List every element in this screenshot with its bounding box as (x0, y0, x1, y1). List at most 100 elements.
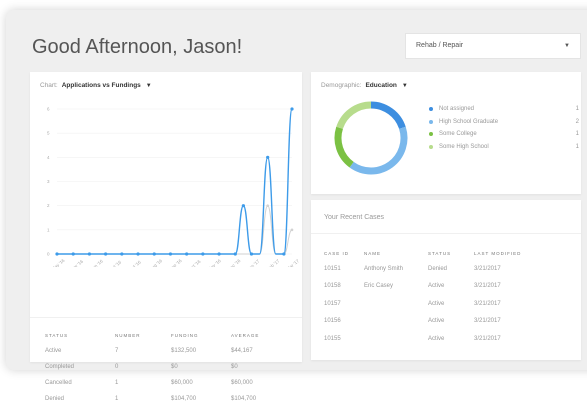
data-point (266, 204, 269, 207)
table-cell: 3/21/2017 (474, 335, 501, 342)
table-row: Active 7 $132,500 $44,167 (45, 343, 295, 359)
column-header: CASE ID (324, 250, 350, 256)
page-title: Good Afternoon, Jason! (32, 36, 243, 58)
table-cell: Active (45, 348, 62, 354)
demographic-selected: Education (365, 82, 397, 89)
legend-count: 2 (575, 118, 579, 125)
recent-cases-table: CASE ID NAME STATUS LAST MODIFIED 10151 Antho… (324, 246, 579, 348)
donut-segment (370, 101, 406, 130)
legend-label: Some High School (439, 143, 489, 150)
data-point (290, 228, 294, 232)
chart-grid (57, 108, 292, 255)
y-tick-label: 3 (47, 179, 50, 184)
data-point (87, 252, 92, 256)
data-point (71, 252, 75, 256)
table-cell: 1 (115, 380, 119, 386)
data-point (249, 252, 254, 256)
x-tick-label: Dec '16 (227, 258, 242, 267)
data-point (55, 252, 59, 256)
status-table: STATUS NUMBER FUNDING AVERAGE Active 7 $132,50… (45, 327, 295, 407)
donut-chart (334, 101, 408, 175)
data-point (120, 252, 124, 256)
table-cell: $132,500 (171, 348, 197, 354)
y-tick-label: 6 (47, 107, 50, 112)
y-tick-label: 0 (47, 252, 50, 257)
data-point (185, 252, 189, 256)
legend-count: 1 (575, 143, 579, 150)
chart-selector[interactable]: Chart: Applications vs Fundings ▼ (40, 82, 152, 89)
legend-label: Some College (439, 131, 477, 138)
data-point (266, 155, 270, 159)
x-tick-label: Aug '16 (148, 258, 163, 267)
legend-dot-icon (429, 119, 433, 124)
table-cell: $0 (171, 364, 178, 370)
table-cell: Completed (45, 364, 75, 370)
table-cell: Denied (428, 265, 448, 272)
legend-dot-icon (429, 107, 433, 112)
table-cell: 3/21/2017 (474, 265, 501, 272)
data-point (217, 252, 221, 256)
x-tick-label: Nov '16 (207, 258, 222, 267)
data-point (290, 107, 294, 111)
legend-item: High School Graduate 2 (429, 116, 579, 129)
legend-dot-icon (429, 144, 433, 149)
table-cell: Denied (45, 396, 65, 402)
column-header: STATUS (428, 250, 452, 256)
table-row[interactable]: 10157 Active 3/21/2017 (324, 295, 579, 313)
legend-item: Some High School 1 (429, 141, 579, 154)
program-select-value: Rehab / Repair (416, 42, 464, 49)
table-row[interactable]: 10158 Eric Casey Active 3/21/2017 (324, 278, 579, 296)
demographic-legend: Not assigned 1 High School Graduate 2 Some C… (429, 103, 579, 153)
donut-segment (349, 126, 408, 175)
table-cell: 10158 (324, 283, 341, 290)
x-tick-label: Apr '16 (70, 258, 84, 267)
table-row: Denied 1 $104,700 $104,700 (45, 391, 295, 407)
data-point (233, 252, 237, 256)
divider (311, 233, 581, 234)
data-point (168, 252, 173, 256)
x-tick-label: Jun '16 (90, 258, 105, 267)
demographic-label: Demographic: (321, 82, 362, 89)
table-cell: 1 (115, 396, 119, 402)
recent-cases-title: Your Recent Cases (324, 214, 385, 221)
table-cell: 10151 (324, 265, 341, 272)
legend-count: 1 (575, 106, 579, 113)
table-cell: 10156 (324, 318, 341, 325)
x-tick-label: Sep '16 (168, 258, 183, 267)
chevron-down-icon: ▼ (401, 83, 408, 89)
x-tick-label: Jul '16 (129, 259, 142, 267)
recent-cases-card: Your Recent Cases CASE ID NAME STATUS LAST … (311, 200, 581, 360)
table-row[interactable]: 10155 Active 3/21/2017 (324, 330, 579, 348)
table-cell: $0 (231, 364, 238, 370)
table-cell: 7 (115, 348, 119, 354)
legend-item: Some College 1 (429, 128, 579, 141)
data-point (241, 204, 245, 208)
program-select[interactable]: Rehab / Repair ▼ (405, 33, 581, 59)
table-row: Cancelled 1 $60,000 $60,000 (45, 375, 295, 391)
table-row[interactable]: 10156 Active 3/21/2017 (324, 313, 579, 331)
data-point (136, 252, 140, 256)
y-tick-label: 4 (47, 155, 50, 160)
legend-item: Not assigned 1 (429, 103, 579, 116)
table-cell: Active (428, 283, 445, 290)
table-cell: Active (428, 318, 445, 325)
x-tick-label: Feb '17 (266, 258, 281, 267)
table-cell: $44,167 (231, 348, 253, 354)
demographic-selector[interactable]: Demographic: Education ▼ (321, 82, 408, 89)
chevron-down-icon: ▼ (145, 83, 152, 89)
y-tick-label: 2 (47, 203, 50, 208)
x-tick-label: Oct '16 (187, 258, 201, 267)
table-header-row: STATUS NUMBER FUNDING AVERAGE (45, 327, 295, 343)
table-cell: $60,000 (171, 380, 193, 386)
table-header-row: CASE ID NAME STATUS LAST MODIFIED (324, 246, 579, 260)
data-point (282, 252, 286, 256)
donut-segment (336, 101, 372, 130)
column-header: STATUS (45, 332, 69, 338)
table-row[interactable]: 10151 Anthony Smith Denied 3/21/2017 (324, 260, 579, 278)
demographic-card: Demographic: Education ▼ Not assigned 1 High… (311, 72, 581, 194)
x-tick-label: Jul '16 (109, 259, 122, 267)
table-row: Completed 0 $0 $0 (45, 359, 295, 375)
x-tick-label: Jan '17 (246, 258, 261, 267)
table-cell: Active (428, 335, 445, 342)
chart-selected: Applications vs Fundings (61, 82, 141, 89)
